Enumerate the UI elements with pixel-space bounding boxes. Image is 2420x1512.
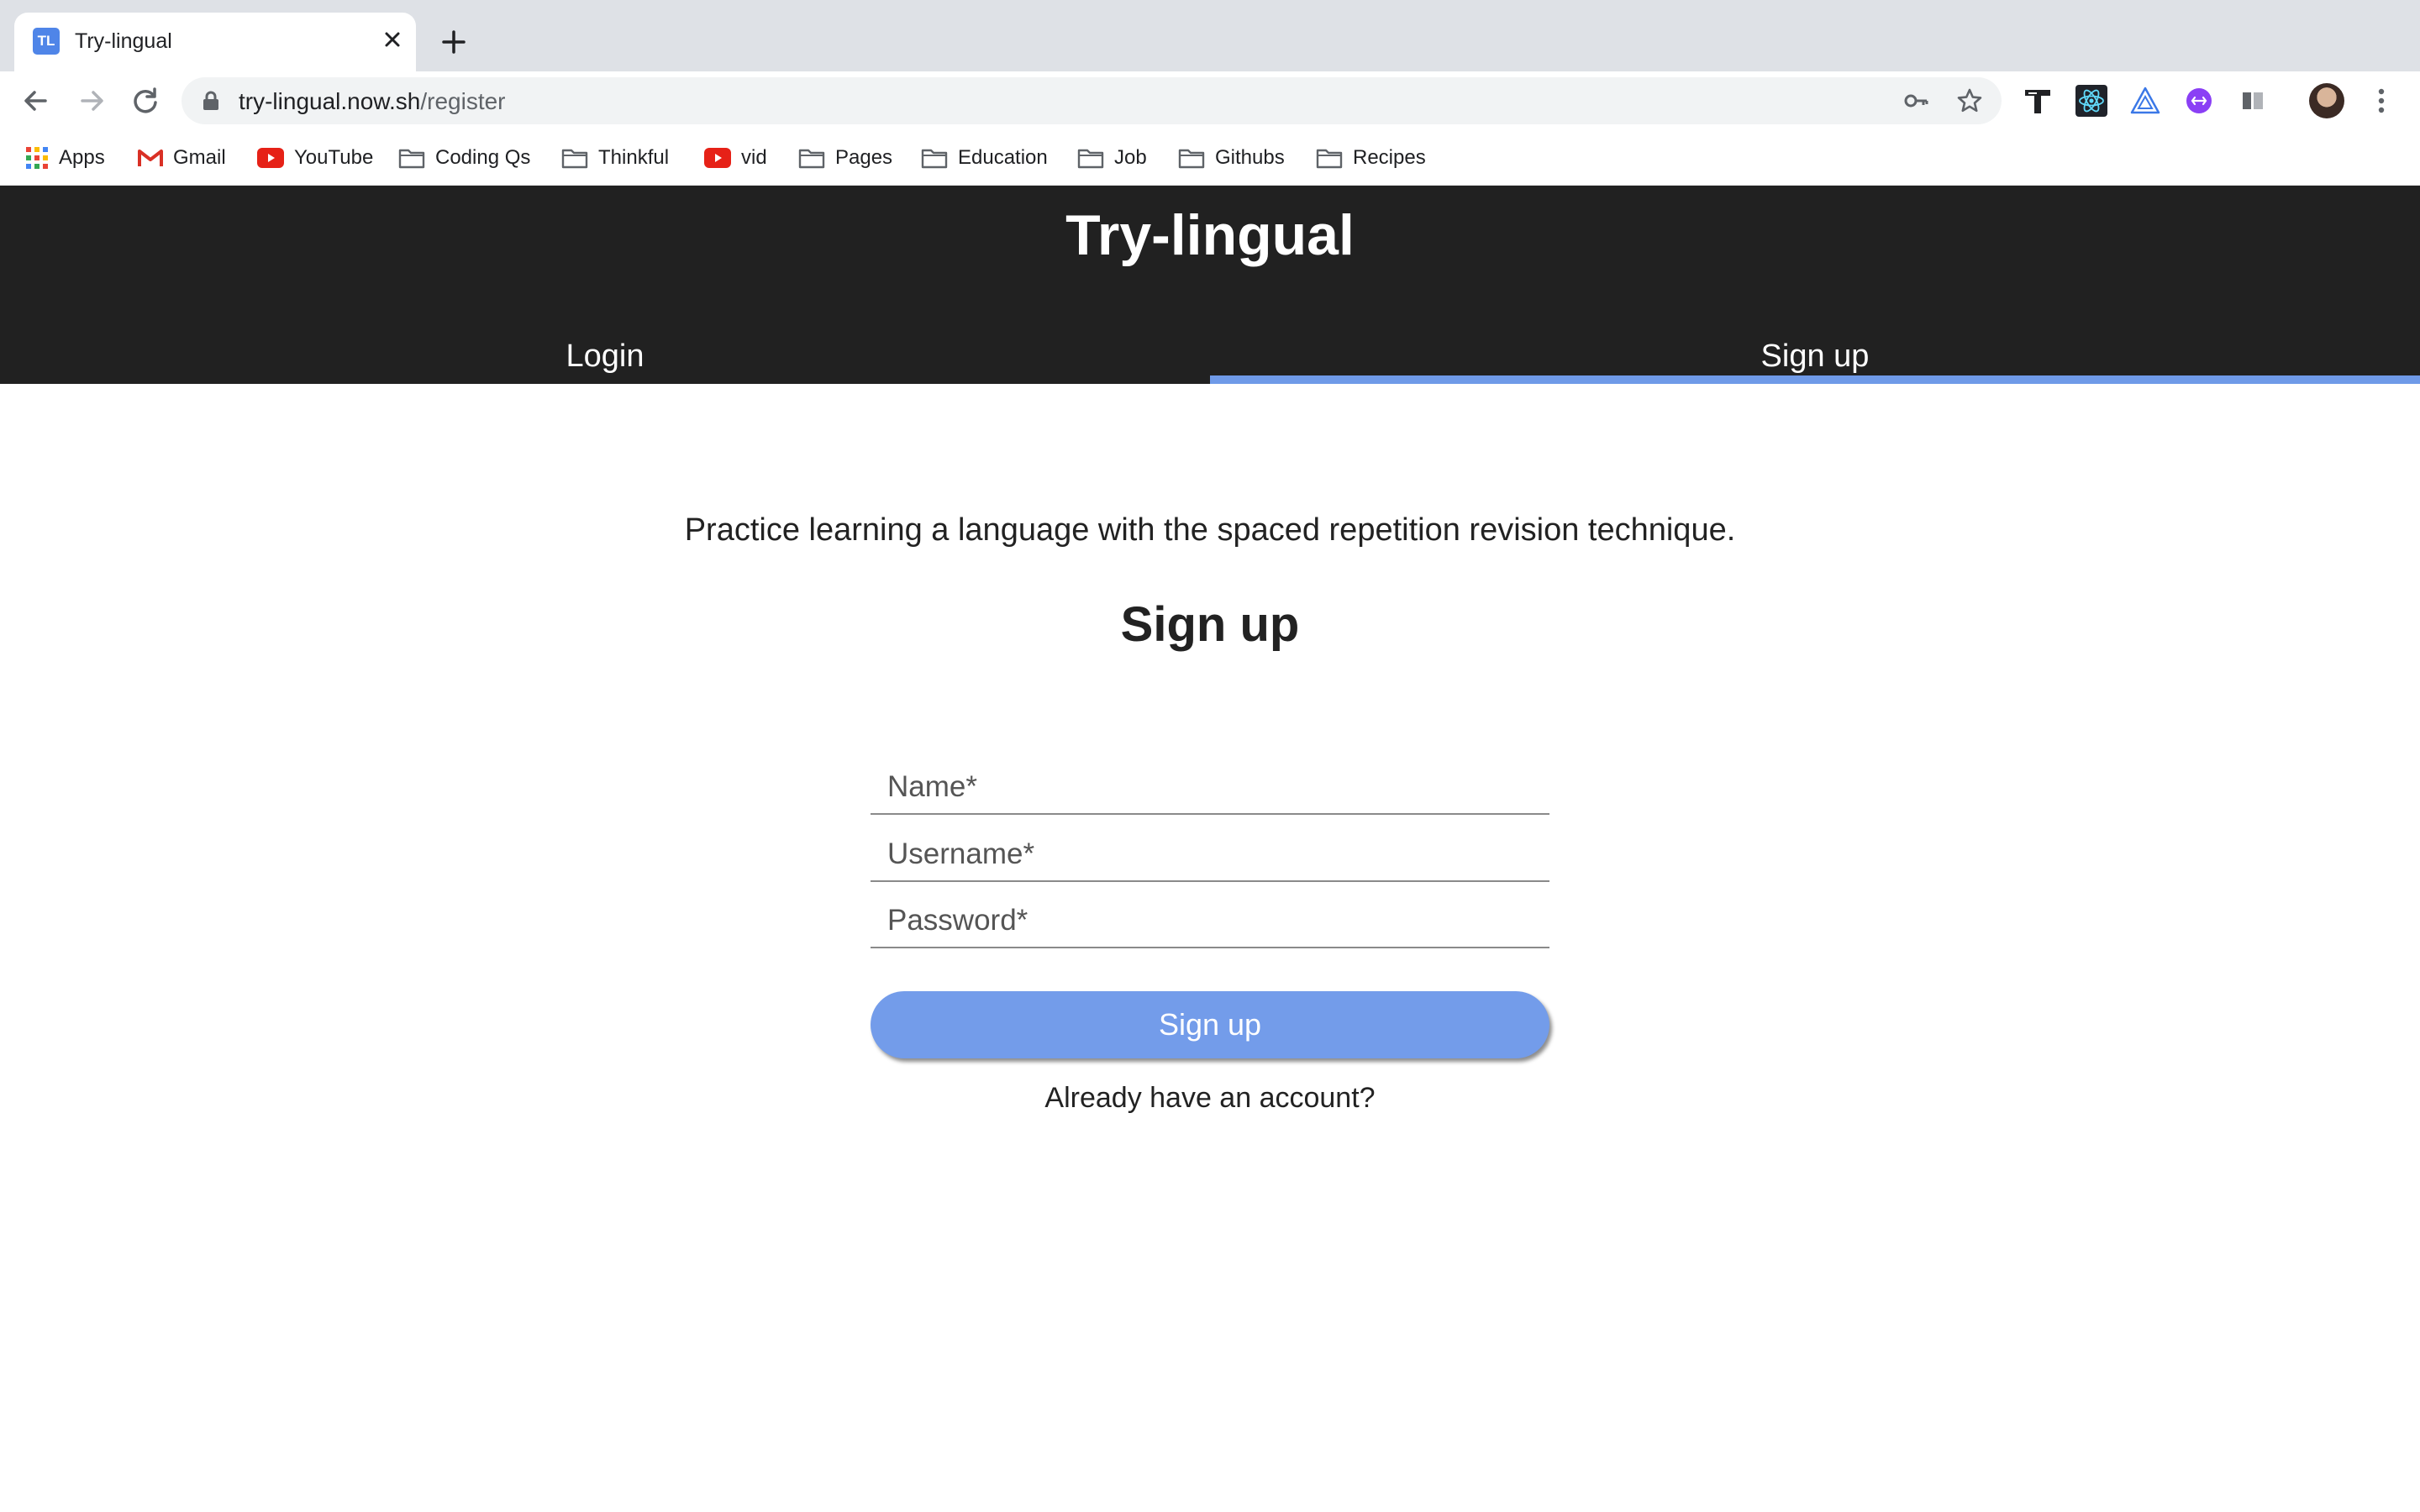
browser-toolbar: try-lingual.now.sh/register [0, 71, 2420, 130]
bookmark-label: Education [958, 146, 1048, 169]
tab-sign-up[interactable]: Sign up [1210, 312, 2420, 384]
folder-icon [1077, 149, 1104, 169]
site-title[interactable]: Try-lingual [0, 202, 2420, 268]
bookmark-githubs[interactable]: Githubs [1178, 145, 1285, 171]
bookmark-education[interactable]: Education [921, 145, 1048, 171]
bookmark-vid[interactable]: vid [704, 145, 767, 171]
bookmark-star-icon[interactable] [1956, 87, 1983, 114]
purple-extension-icon[interactable] [2183, 85, 2215, 117]
bookmark-gmail[interactable]: Gmail [138, 145, 226, 171]
profile-avatar[interactable] [2309, 83, 2344, 118]
youtube-icon [704, 148, 731, 168]
bookmark-label: Pages [835, 146, 893, 169]
site-header: Try-lingual Login Sign up [0, 186, 2420, 384]
tab-title: Try-lingual [75, 29, 172, 53]
bookmark-label: Apps [59, 146, 105, 169]
bookmarks-bar: Apps Gmail YouTube Coding Qs Thinkful vi… [0, 130, 2420, 186]
new-tab-plus-icon[interactable] [437, 25, 471, 59]
url-path: /register [420, 88, 506, 114]
bookmark-apps[interactable]: Apps [25, 145, 105, 171]
apps-grid-icon [26, 147, 48, 169]
sign-up-button[interactable]: Sign up [871, 991, 1549, 1058]
folder-icon [1178, 149, 1205, 169]
name-field[interactable] [871, 761, 1549, 815]
address-bar[interactable]: try-lingual.now.sh/register [182, 77, 2002, 124]
bookmark-pages[interactable]: Pages [798, 145, 892, 171]
bookmark-label: Thinkful [598, 146, 670, 169]
forward-arrow-icon[interactable] [72, 81, 111, 120]
bookmark-recipes[interactable]: Recipes [1316, 145, 1426, 171]
bookmark-job[interactable]: Job [1077, 145, 1147, 171]
reload-icon[interactable] [126, 81, 165, 120]
back-arrow-icon[interactable] [17, 81, 55, 120]
triangle-extension-icon[interactable] [2129, 85, 2161, 117]
t-extension-icon[interactable] [2022, 85, 2054, 117]
bookmark-label: vid [741, 146, 767, 169]
bookmark-label: YouTube [294, 146, 374, 169]
url-host: try-lingual.now.sh [239, 88, 421, 114]
url-text[interactable]: try-lingual.now.sh/register [239, 88, 506, 115]
bookmark-thinkful[interactable]: Thinkful [561, 145, 669, 171]
react-devtools-icon[interactable] [2075, 85, 2107, 117]
bookmark-label: Coding Qs [435, 146, 531, 169]
bookmark-label: Job [1114, 146, 1147, 169]
folder-icon [798, 149, 825, 169]
browser-menu-icon[interactable] [2370, 85, 2393, 117]
folder-icon [398, 149, 425, 169]
bookmark-youtube[interactable]: YouTube [257, 145, 373, 171]
youtube-icon [257, 148, 284, 168]
close-tab-icon[interactable] [377, 24, 408, 55]
form-title: Sign up [1120, 597, 1300, 652]
tab-login[interactable]: Login [0, 312, 1210, 384]
already-have-account-link[interactable]: Already have an account? [0, 1082, 2420, 1115]
bookmark-label: Recipes [1353, 146, 1426, 169]
bookmark-coding-qs[interactable]: Coding Qs [398, 145, 530, 171]
lock-icon[interactable] [202, 91, 220, 111]
browser-tab[interactable]: TL Try-lingual [14, 13, 416, 71]
folder-icon [921, 149, 948, 169]
site-favicon-icon: TL [33, 28, 60, 55]
gmail-icon [138, 150, 163, 166]
key-icon[interactable] [1902, 87, 1929, 114]
bookmark-label: Githubs [1215, 146, 1285, 169]
bookmark-label: Gmail [173, 146, 226, 169]
tagline: Practice learning a language with the sp… [684, 512, 1736, 548]
browser-tab-strip: TL Try-lingual [0, 0, 2420, 71]
panel-extension-icon[interactable] [2237, 85, 2269, 117]
password-field[interactable] [871, 895, 1549, 948]
folder-icon [1316, 149, 1343, 169]
folder-icon [561, 149, 588, 169]
username-field[interactable] [871, 828, 1549, 882]
